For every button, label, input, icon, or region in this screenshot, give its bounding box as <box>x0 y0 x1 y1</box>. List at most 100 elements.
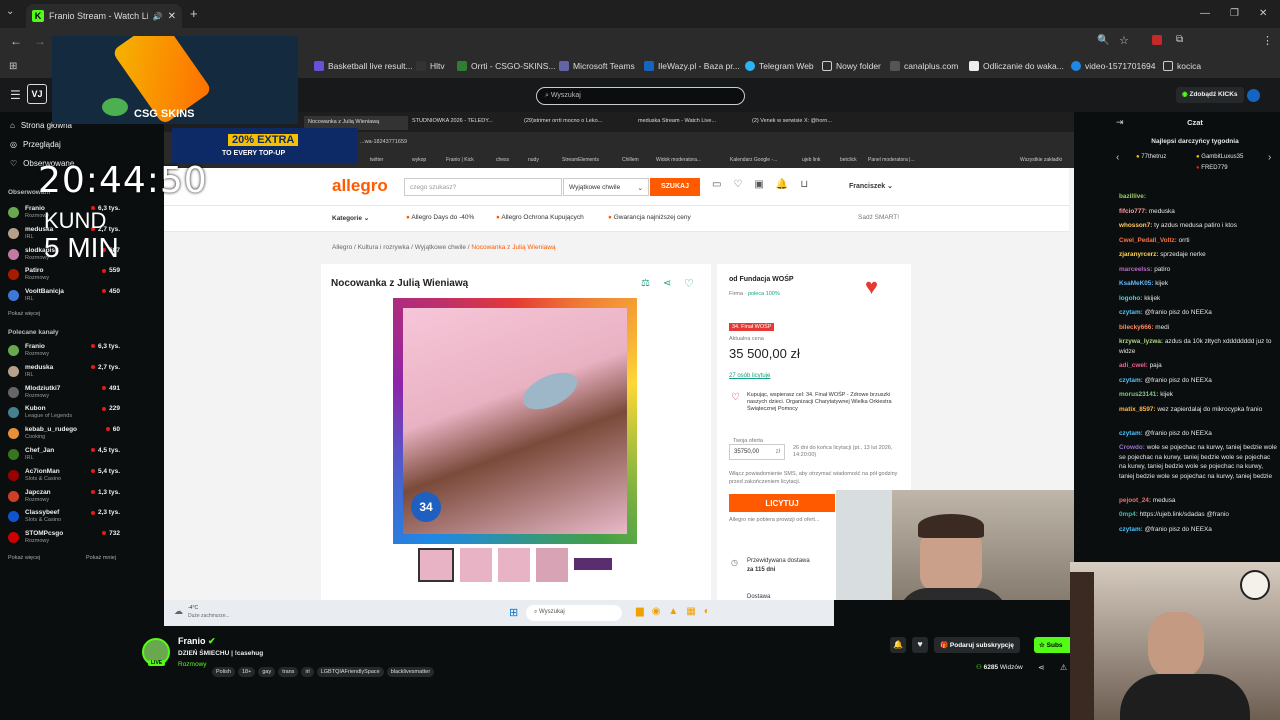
channel-item[interactable]: Franio Rozmowy 6,3 tys. <box>8 343 120 361</box>
stream-category[interactable]: Rozmowy <box>178 661 207 668</box>
maximize-button[interactable]: ❐ <box>1230 8 1239 19</box>
show-more-followed[interactable]: Pokaż więcej <box>8 311 40 317</box>
bookmark-item[interactable]: Odliczanie do waka... <box>969 61 1064 71</box>
bookmark-item[interactable]: canalplus.com <box>890 61 958 71</box>
apps-icon[interactable]: ⊞ <box>9 61 17 72</box>
bookmark-item[interactable]: Basketball live result... <box>314 61 413 71</box>
chevron-left-icon[interactable]: ‹ <box>1116 152 1119 163</box>
stream-video[interactable]: Nocowanka z Julią Wieniawą STUDNIÓWKA 20… <box>164 112 1074 600</box>
bookmark-item[interactable]: video-1571701694 <box>1071 61 1155 71</box>
chevron-right-icon[interactable]: › <box>1268 152 1271 163</box>
allegro-nav-link[interactable]: ● Gwarancja najniższej ceny <box>608 214 691 221</box>
chat-username[interactable]: KsaMeK05: <box>1119 280 1153 287</box>
thumbnail[interactable] <box>418 548 454 582</box>
user-avatar[interactable] <box>1247 89 1260 102</box>
chat-username[interactable]: czytam: <box>1119 309 1143 316</box>
chat-username[interactable]: pejoot_24: <box>1119 497 1151 504</box>
thumbnail[interactable] <box>460 548 492 582</box>
share-icon[interactable]: ⋖ <box>663 278 671 289</box>
chat-username[interactable]: marceelss: <box>1119 266 1152 273</box>
bookmark-item[interactable]: IleWazy.pl - Baza pr... <box>644 61 740 71</box>
chat-username[interactable]: bazillive: <box>1119 193 1146 200</box>
share-stream-icon[interactable]: ⋖ <box>1038 663 1045 672</box>
streamer-name[interactable]: Franio ✔ <box>178 636 216 647</box>
product-photo[interactable]: 34 <box>393 298 637 544</box>
close-tab-icon[interactable]: ✕ <box>168 11 176 22</box>
chat-username[interactable]: czytam: <box>1119 377 1143 384</box>
chat-username[interactable]: morus23141: <box>1119 391 1158 398</box>
compare-icon[interactable]: ⚖ <box>641 278 650 289</box>
nav-browse[interactable]: ◎ Przeglądaj <box>10 140 61 149</box>
chat-username[interactable]: zjaranyrcerz: <box>1119 251 1158 258</box>
channel-item[interactable]: VooltBanicja IRL 450 <box>8 288 120 306</box>
channel-item[interactable]: Mlodziutki7 Rozmowy 491 <box>8 385 120 403</box>
channel-item[interactable]: STOMPcsgo Rozmowy 732 <box>8 530 120 548</box>
show-less-recommended[interactable]: Pokaż mniej <box>86 555 116 561</box>
allegro-search-input[interactable]: czego szukasz? <box>404 178 562 196</box>
menu-icon[interactable]: ⋮ <box>1262 34 1273 47</box>
channel-item[interactable]: Classybeef Slots & Casino 2,3 tys. <box>8 509 120 527</box>
allegro-user[interactable]: Franciszek ⌄ <box>849 182 893 190</box>
back-icon[interactable]: ← <box>10 34 22 48</box>
tag[interactable]: Polish <box>212 667 235 677</box>
more-options-icon[interactable]: ⚠ <box>1060 663 1067 672</box>
new-tab-button[interactable]: + <box>190 6 198 21</box>
gift-sub-button[interactable]: 🎁 Podaruj subskrypcję <box>934 637 1020 653</box>
bid-button[interactable]: LICYTUJ <box>729 494 835 512</box>
subscribe-button[interactable]: ☆ Subs <box>1034 637 1070 653</box>
bookmark-item[interactable]: Microsoft Teams <box>559 61 635 71</box>
channel-item[interactable]: Chef_Jan IRL 4,5 tys. <box>8 447 120 465</box>
bookmark-item[interactable]: Hltv <box>416 61 445 71</box>
tag[interactable]: irl <box>301 667 314 677</box>
chat-username[interactable]: krzywa_lyzwa: <box>1119 338 1163 345</box>
chat-username[interactable]: whosson7: <box>1119 222 1152 229</box>
chat-username[interactable]: Crowdo: <box>1119 444 1145 451</box>
puzzle-icon[interactable]: ⧉ <box>1176 34 1183 45</box>
chat-username[interactable]: Cwel_Pedall_Voltz: <box>1119 237 1177 244</box>
offer-input[interactable]: 35750,00 zł <box>729 444 785 460</box>
tag[interactable]: 18+ <box>237 667 256 677</box>
chat-username[interactable]: logoho: <box>1119 295 1142 302</box>
bookmark-folder[interactable]: kocica <box>1163 61 1201 71</box>
tag[interactable]: LGBTQIAFriendlySpace <box>316 667 384 677</box>
browser-tab-active[interactable]: K Franio Stream - Watch Live 🔊 ✕ <box>26 4 182 28</box>
favorite-icon[interactable]: ♡ <box>684 277 694 290</box>
chat-username[interactable]: fifcio777: <box>1119 208 1147 215</box>
chat-username[interactable]: matix_8597: <box>1119 406 1156 413</box>
speaker-icon[interactable]: 🔊 <box>153 12 163 21</box>
follow-heart-button[interactable]: ♥ <box>912 637 928 653</box>
seller-name[interactable]: od Fundacja WOŚP <box>729 276 794 283</box>
forward-icon[interactable]: → <box>34 34 46 48</box>
channel-item[interactable]: meduska IRL 2,7 tys. <box>8 364 120 382</box>
chat-username[interactable]: czytam: <box>1119 526 1143 533</box>
bookmark-item[interactable]: Orrti - CSGO-SKINS... <box>457 61 556 71</box>
allegro-category-select[interactable]: Wyjątkowe chwile ⌄ <box>563 178 649 196</box>
tag[interactable]: gay <box>258 667 276 677</box>
zoom-icon[interactable]: 🔍 <box>1097 35 1109 46</box>
chat-username[interactable]: bilecky666: <box>1119 324 1153 331</box>
thumbnail[interactable] <box>536 548 568 582</box>
channel-item[interactable]: Patiro Rozmowy 559 <box>8 267 120 285</box>
bidders-link[interactable]: 27 osób licytuje <box>729 373 770 379</box>
show-more-recommended[interactable]: Pokaż więcej <box>8 555 40 561</box>
chat-username[interactable]: czytam: <box>1119 430 1143 437</box>
bookmark-folder[interactable]: Nowy folder <box>822 61 881 71</box>
kick-logo[interactable]: VJ <box>27 84 47 104</box>
close-window-button[interactable]: ✕ <box>1259 8 1267 19</box>
tab-list-icon[interactable]: ⌄ <box>6 6 14 17</box>
channel-item[interactable]: Ac7ionMan Slots & Casino 5,4 tys. <box>8 468 120 486</box>
thumbnail[interactable] <box>498 548 530 582</box>
hamburger-icon[interactable]: ☰ <box>10 88 21 102</box>
channel-item[interactable]: Kubon League of Legends 229 <box>8 405 120 423</box>
chat-username[interactable]: adi_cwel: <box>1119 362 1148 369</box>
allegro-nav-link[interactable]: ● Allegro Ochrona Kupujących <box>496 214 584 221</box>
chat-username[interactable]: 0mp4: <box>1119 511 1138 518</box>
allegro-nav-link[interactable]: ● Allegro Days do -40% <box>406 214 474 221</box>
channel-item[interactable]: Japczan Rozmowy 1,3 tys. <box>8 489 120 507</box>
star-icon[interactable]: ☆ <box>1119 34 1129 47</box>
extension-icon[interactable] <box>1152 35 1162 45</box>
tag[interactable]: blacklivesmatter <box>386 667 435 677</box>
allegro-smart[interactable]: Sadź SMART! <box>858 214 899 221</box>
thumbnail[interactable] <box>574 558 612 570</box>
allegro-logo[interactable]: allegro <box>332 176 388 196</box>
